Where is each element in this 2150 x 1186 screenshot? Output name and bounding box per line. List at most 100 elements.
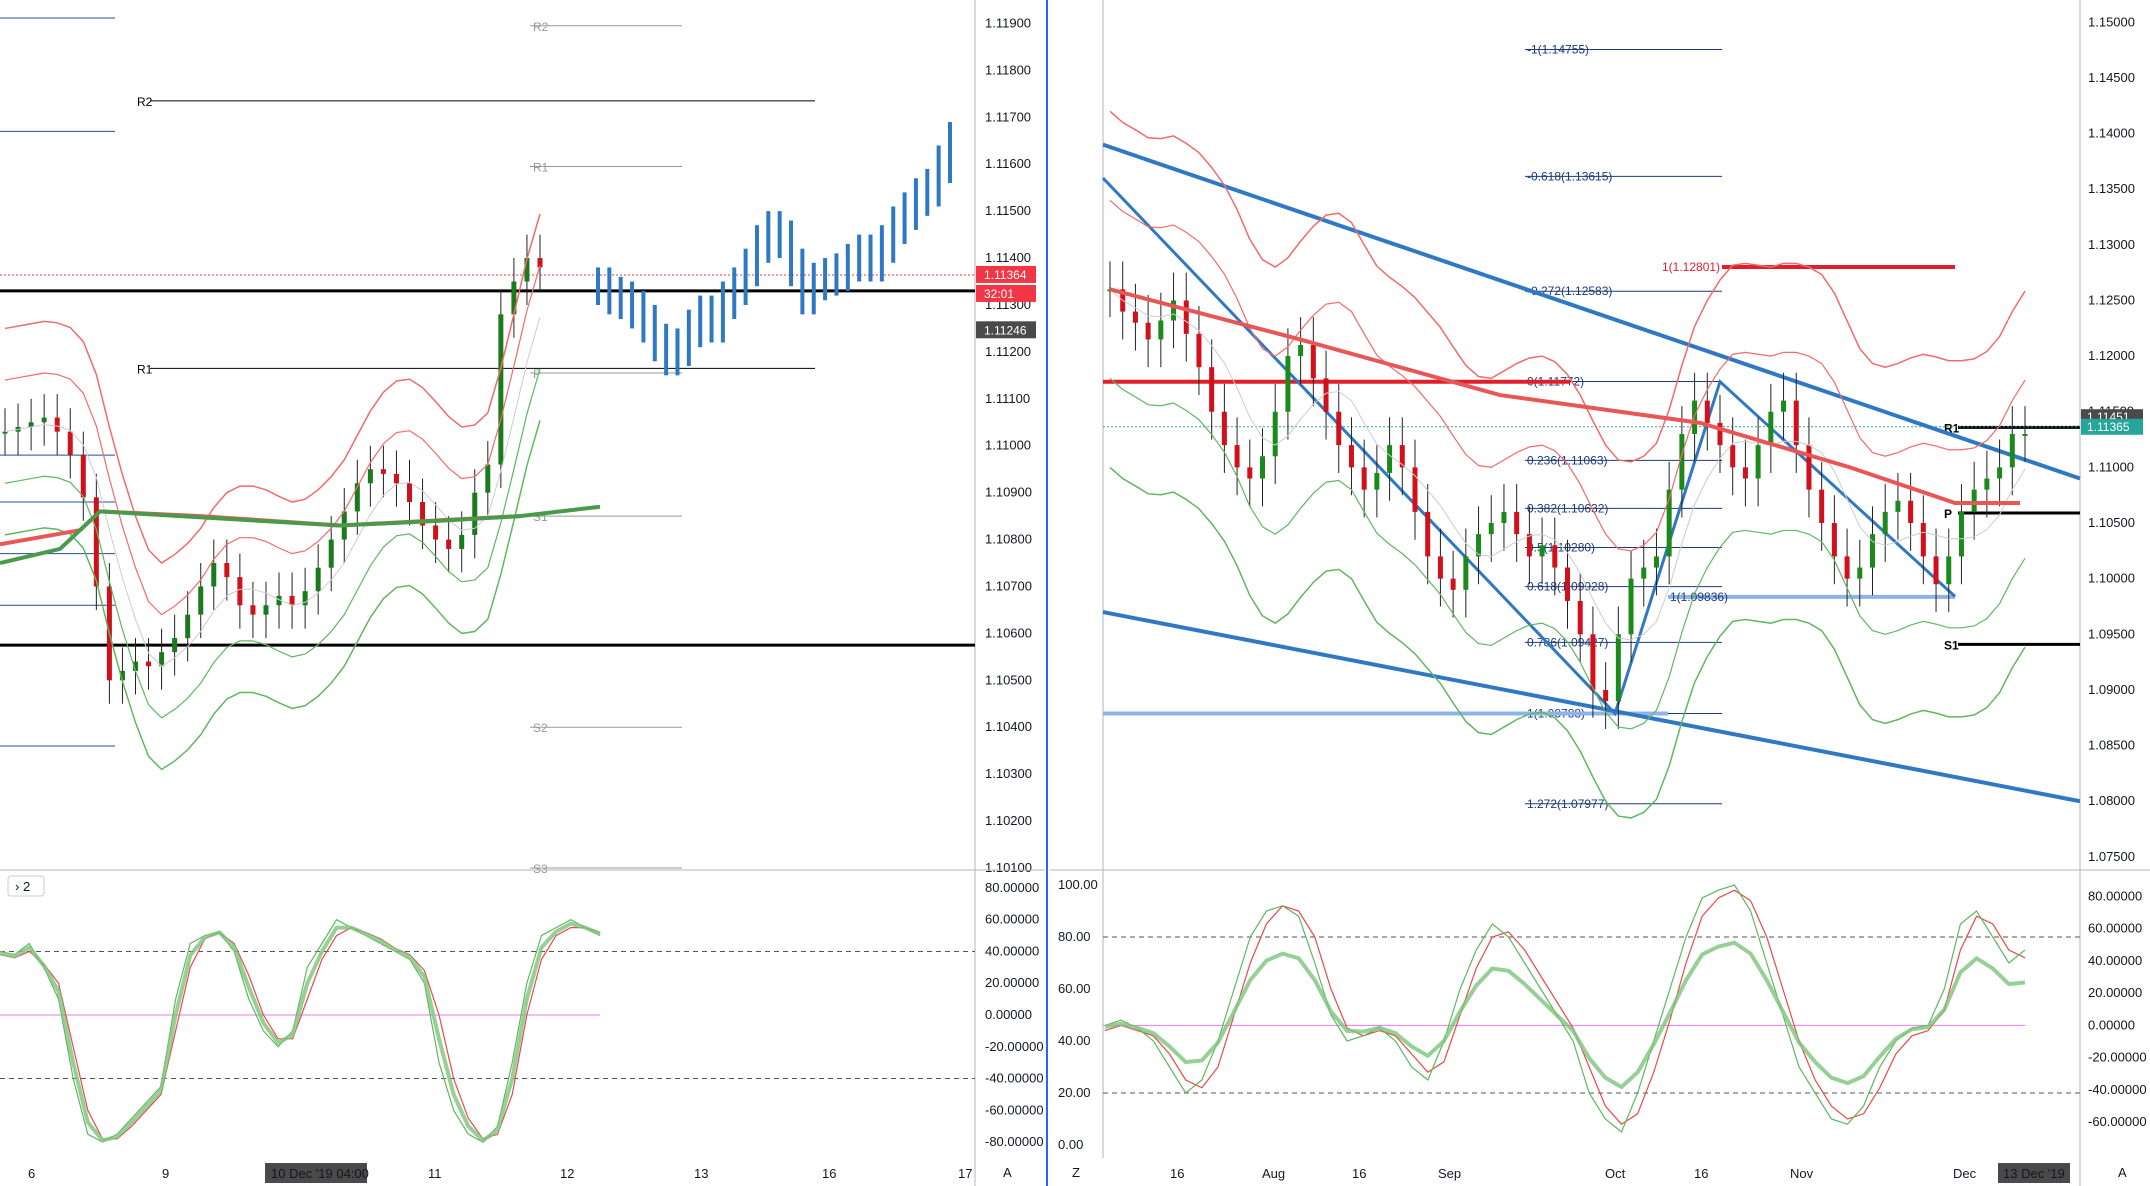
oscillator-tick-label-right: -40.00000 xyxy=(2088,1082,2147,1097)
pivot-level-label: S3 xyxy=(533,862,548,876)
oscillator-tick-label: 40.00000 xyxy=(985,943,1039,958)
y-tick-label: 1.10500 xyxy=(2088,515,2135,530)
candle-body xyxy=(1742,467,1748,479)
zoom-mode-button[interactable]: Z xyxy=(1072,1165,1080,1180)
oscillator-tick-label-right: -60.00000 xyxy=(2088,1114,2147,1129)
candle-body xyxy=(237,577,243,606)
fib-level-label: -1(1.14755) xyxy=(1527,43,1589,57)
y-tick-label: 1.09000 xyxy=(2088,682,2135,697)
pivot-level-label: R1 xyxy=(533,161,549,175)
candle-body xyxy=(1183,300,1189,334)
candle-body xyxy=(367,469,373,484)
candle-body xyxy=(1425,511,1431,557)
candle-body xyxy=(1768,411,1774,446)
candle-body xyxy=(1488,523,1494,535)
candle-body xyxy=(1997,467,2003,479)
projection-bar xyxy=(891,206,896,263)
indicator-toggle-label: › 2 xyxy=(15,879,30,894)
projection-bar xyxy=(754,225,759,287)
candle-body xyxy=(1348,445,1354,468)
oscillator-tick-label-left: 20.00 xyxy=(1058,1085,1091,1100)
oscillator-tick-label: 0.00000 xyxy=(985,1007,1032,1022)
projection-bar xyxy=(879,225,884,282)
projection-bar xyxy=(720,281,725,343)
projection-bar xyxy=(743,248,748,305)
y-tick-label: 1.08000 xyxy=(2088,793,2135,808)
candle-body xyxy=(1310,344,1316,379)
pivot-level-label: S1 xyxy=(1944,638,1959,652)
time-axis-label: 9 xyxy=(162,1166,169,1181)
oscillator-tick-label: -80.00000 xyxy=(985,1134,1044,1149)
y-tick-label: 1.14500 xyxy=(2088,70,2135,85)
candle-body xyxy=(1450,578,1456,590)
time-axis-label: 16 xyxy=(1694,1166,1708,1181)
time-axis-label: 6 xyxy=(28,1166,35,1181)
candle-body xyxy=(224,563,230,578)
oscillator-tick-label-left: 40.00 xyxy=(1058,1033,1091,1048)
candle-body xyxy=(1387,445,1393,473)
candle-body xyxy=(1514,511,1520,535)
right-axis-mode-button[interactable]: A xyxy=(2118,1165,2127,1180)
candle-body xyxy=(446,539,452,549)
candle-body xyxy=(328,539,334,568)
time-axis-label: Dec xyxy=(1953,1166,1977,1181)
candle-body xyxy=(80,455,86,498)
oscillator-tick-label: -40.00000 xyxy=(985,1071,1044,1086)
projection-bar xyxy=(868,234,873,282)
candle-body xyxy=(1247,467,1253,479)
candle-body xyxy=(2,431,8,434)
y-tick-label: 1.11000 xyxy=(985,438,1031,453)
candle-body xyxy=(198,586,204,615)
candle-body xyxy=(1209,367,1215,412)
fib-level-label: 0.382(1.10632) xyxy=(1527,501,1608,515)
candle-body xyxy=(1946,556,1952,585)
projection-bar xyxy=(607,267,612,315)
projection-bar xyxy=(732,267,737,320)
candle-body xyxy=(41,417,47,423)
oscillator-tick-label-right: -20.00000 xyxy=(2088,1050,2147,1065)
candle-body xyxy=(1958,511,1964,557)
projection-bar xyxy=(948,121,952,183)
candle-body xyxy=(498,314,504,465)
time-axis-label: Sep xyxy=(1438,1166,1461,1181)
candle-body xyxy=(1132,311,1138,323)
candle-body xyxy=(1298,344,1304,357)
candle-body xyxy=(1984,478,1990,490)
candle-body xyxy=(1285,356,1291,412)
projection-bar xyxy=(800,248,805,315)
candle-body xyxy=(1565,567,1570,601)
y-tick-label: 1.10800 xyxy=(985,532,1032,547)
left-axis-mode-button[interactable]: A xyxy=(1003,1165,1012,1180)
candle-body xyxy=(211,563,217,587)
candle-body xyxy=(1844,556,1850,579)
candle-body xyxy=(1882,511,1888,535)
projection-bar xyxy=(652,304,657,362)
candle-body xyxy=(1628,578,1634,635)
candle-body xyxy=(1653,556,1659,568)
candle-body xyxy=(393,473,399,484)
y-tick-label: 1.12500 xyxy=(2088,292,2135,307)
time-axis-label: 13 xyxy=(694,1166,708,1181)
projection-bar xyxy=(913,178,918,230)
time-axis-label: Aug xyxy=(1262,1166,1285,1181)
price-tag-label: 1.11246 xyxy=(984,323,1027,337)
candle-body xyxy=(1552,545,1558,568)
y-tick-label: 1.13000 xyxy=(2088,237,2135,252)
candle-body xyxy=(1615,634,1621,702)
candle-body xyxy=(1221,411,1227,446)
pivot-level-label: R1 xyxy=(137,362,153,376)
time-axis-label: 16 xyxy=(1170,1166,1184,1181)
candle-body xyxy=(485,464,491,493)
candle-body xyxy=(185,614,191,639)
indicator-toggle-button[interactable]: › 2 xyxy=(7,875,45,897)
candle-body xyxy=(1171,300,1177,321)
y-tick-label: 1.08500 xyxy=(2088,738,2135,753)
projection-bar xyxy=(675,328,680,376)
candle-body xyxy=(1793,400,1799,446)
y-tick-label: 1.10100 xyxy=(985,860,1032,875)
candle-body xyxy=(1539,545,1545,557)
support-level-label: 1(1.09836) xyxy=(1670,590,1728,604)
projection-bar xyxy=(618,276,623,320)
candle-body xyxy=(1196,333,1202,368)
y-tick-label: 1.11500 xyxy=(985,203,1031,218)
